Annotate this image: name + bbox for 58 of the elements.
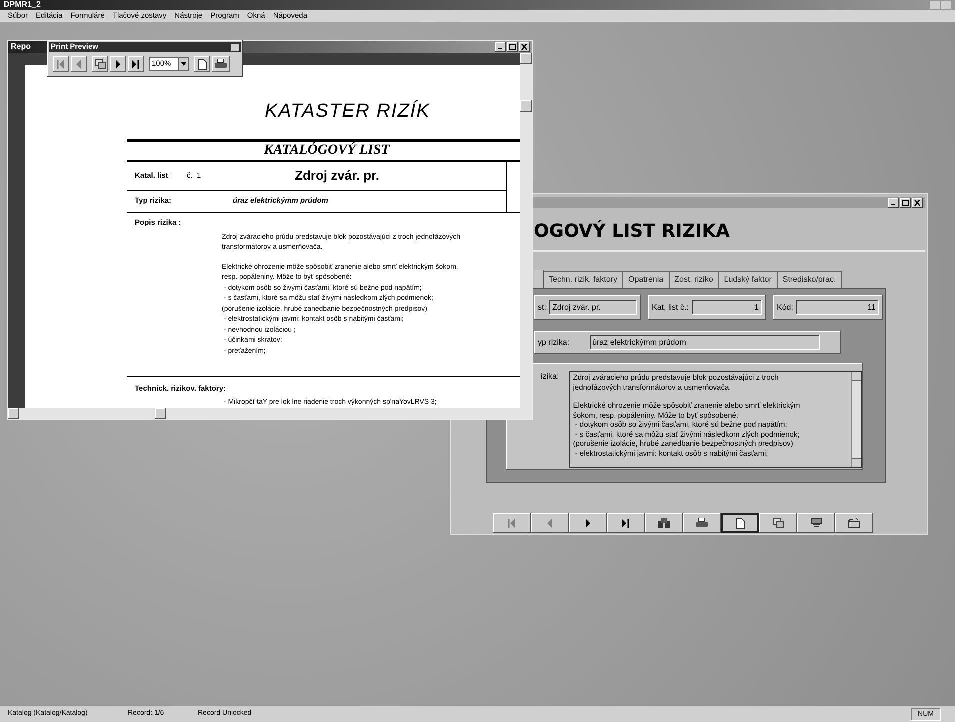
tab-edge[interactable] (534, 270, 544, 288)
report-title: Repo (11, 43, 31, 51)
close-button[interactable] (912, 198, 923, 208)
printer-icon (696, 518, 708, 528)
minimize-button[interactable] (888, 198, 899, 208)
tab[interactable]: Zost. riziko (670, 271, 720, 288)
text-field[interactable]: Zdroj zvár. pr. (549, 300, 637, 315)
skip-back-icon (508, 518, 516, 528)
text-field[interactable]: 1 (692, 300, 762, 315)
toolbar-button[interactable] (194, 56, 210, 72)
triangle-right-icon (115, 60, 121, 68)
skip-forward-icon (622, 518, 630, 528)
skip-back-icon (57, 60, 65, 68)
toolbar-button[interactable] (212, 56, 230, 72)
tab[interactable]: Techn. rizik. faktory (544, 271, 624, 288)
maximize-icon (509, 44, 516, 50)
triangle-left-icon (76, 60, 82, 68)
printer-icon (215, 59, 227, 69)
toolbar-button[interactable] (92, 56, 108, 72)
folder-icon (848, 518, 860, 528)
tab[interactable]: Stredisko/prac. (778, 271, 842, 288)
record-nav-button[interactable] (721, 513, 759, 533)
maximize-icon (902, 200, 909, 206)
report-title-text: KATASTER RIZÍK (265, 101, 430, 122)
close-icon (914, 200, 921, 206)
copy-icon (772, 518, 784, 528)
close-icon (521, 44, 528, 50)
sheet-heading: KATALÓGOVÝ LIST (264, 141, 390, 160)
field-label: izika: (541, 371, 560, 383)
text-field[interactable]: úraz elektrickýmm prúdom (590, 335, 820, 350)
field-label: yp rizika: (538, 336, 570, 348)
copy-icon (94, 59, 106, 69)
vertical-scrollbar[interactable] (851, 372, 861, 467)
stack-icon (810, 518, 822, 528)
vertical-scrollbar[interactable] (520, 53, 532, 408)
page-icon (736, 518, 744, 528)
close-button[interactable] (519, 42, 530, 52)
toolbar-button[interactable] (128, 56, 144, 72)
triangle-right-icon (585, 518, 591, 528)
app-title: DPMR1_2 (4, 1, 41, 9)
minimize-button[interactable] (495, 42, 506, 52)
binoculars-icon (658, 518, 670, 528)
text-field[interactable]: 11 (796, 300, 879, 315)
close-button[interactable] (231, 44, 239, 50)
page-icon (198, 58, 206, 70)
tab[interactable]: Opatrenia (623, 271, 670, 288)
toolbar-button[interactable] (110, 56, 126, 72)
memo-field[interactable] (569, 371, 862, 468)
triangle-left-icon (547, 518, 553, 528)
maximize-button[interactable] (507, 42, 518, 52)
maximize-button[interactable] (900, 198, 911, 208)
horizontal-scrollbar[interactable] (8, 408, 532, 419)
field-label: Kat. list č.: (652, 302, 689, 314)
skip-forward-icon (132, 60, 140, 68)
field-label: Kód: (777, 302, 794, 314)
field-label: st: (538, 302, 546, 314)
tab[interactable]: Ľudský faktor (719, 271, 778, 288)
sheet-value: Zdroj zvár. pr. (295, 166, 380, 185)
